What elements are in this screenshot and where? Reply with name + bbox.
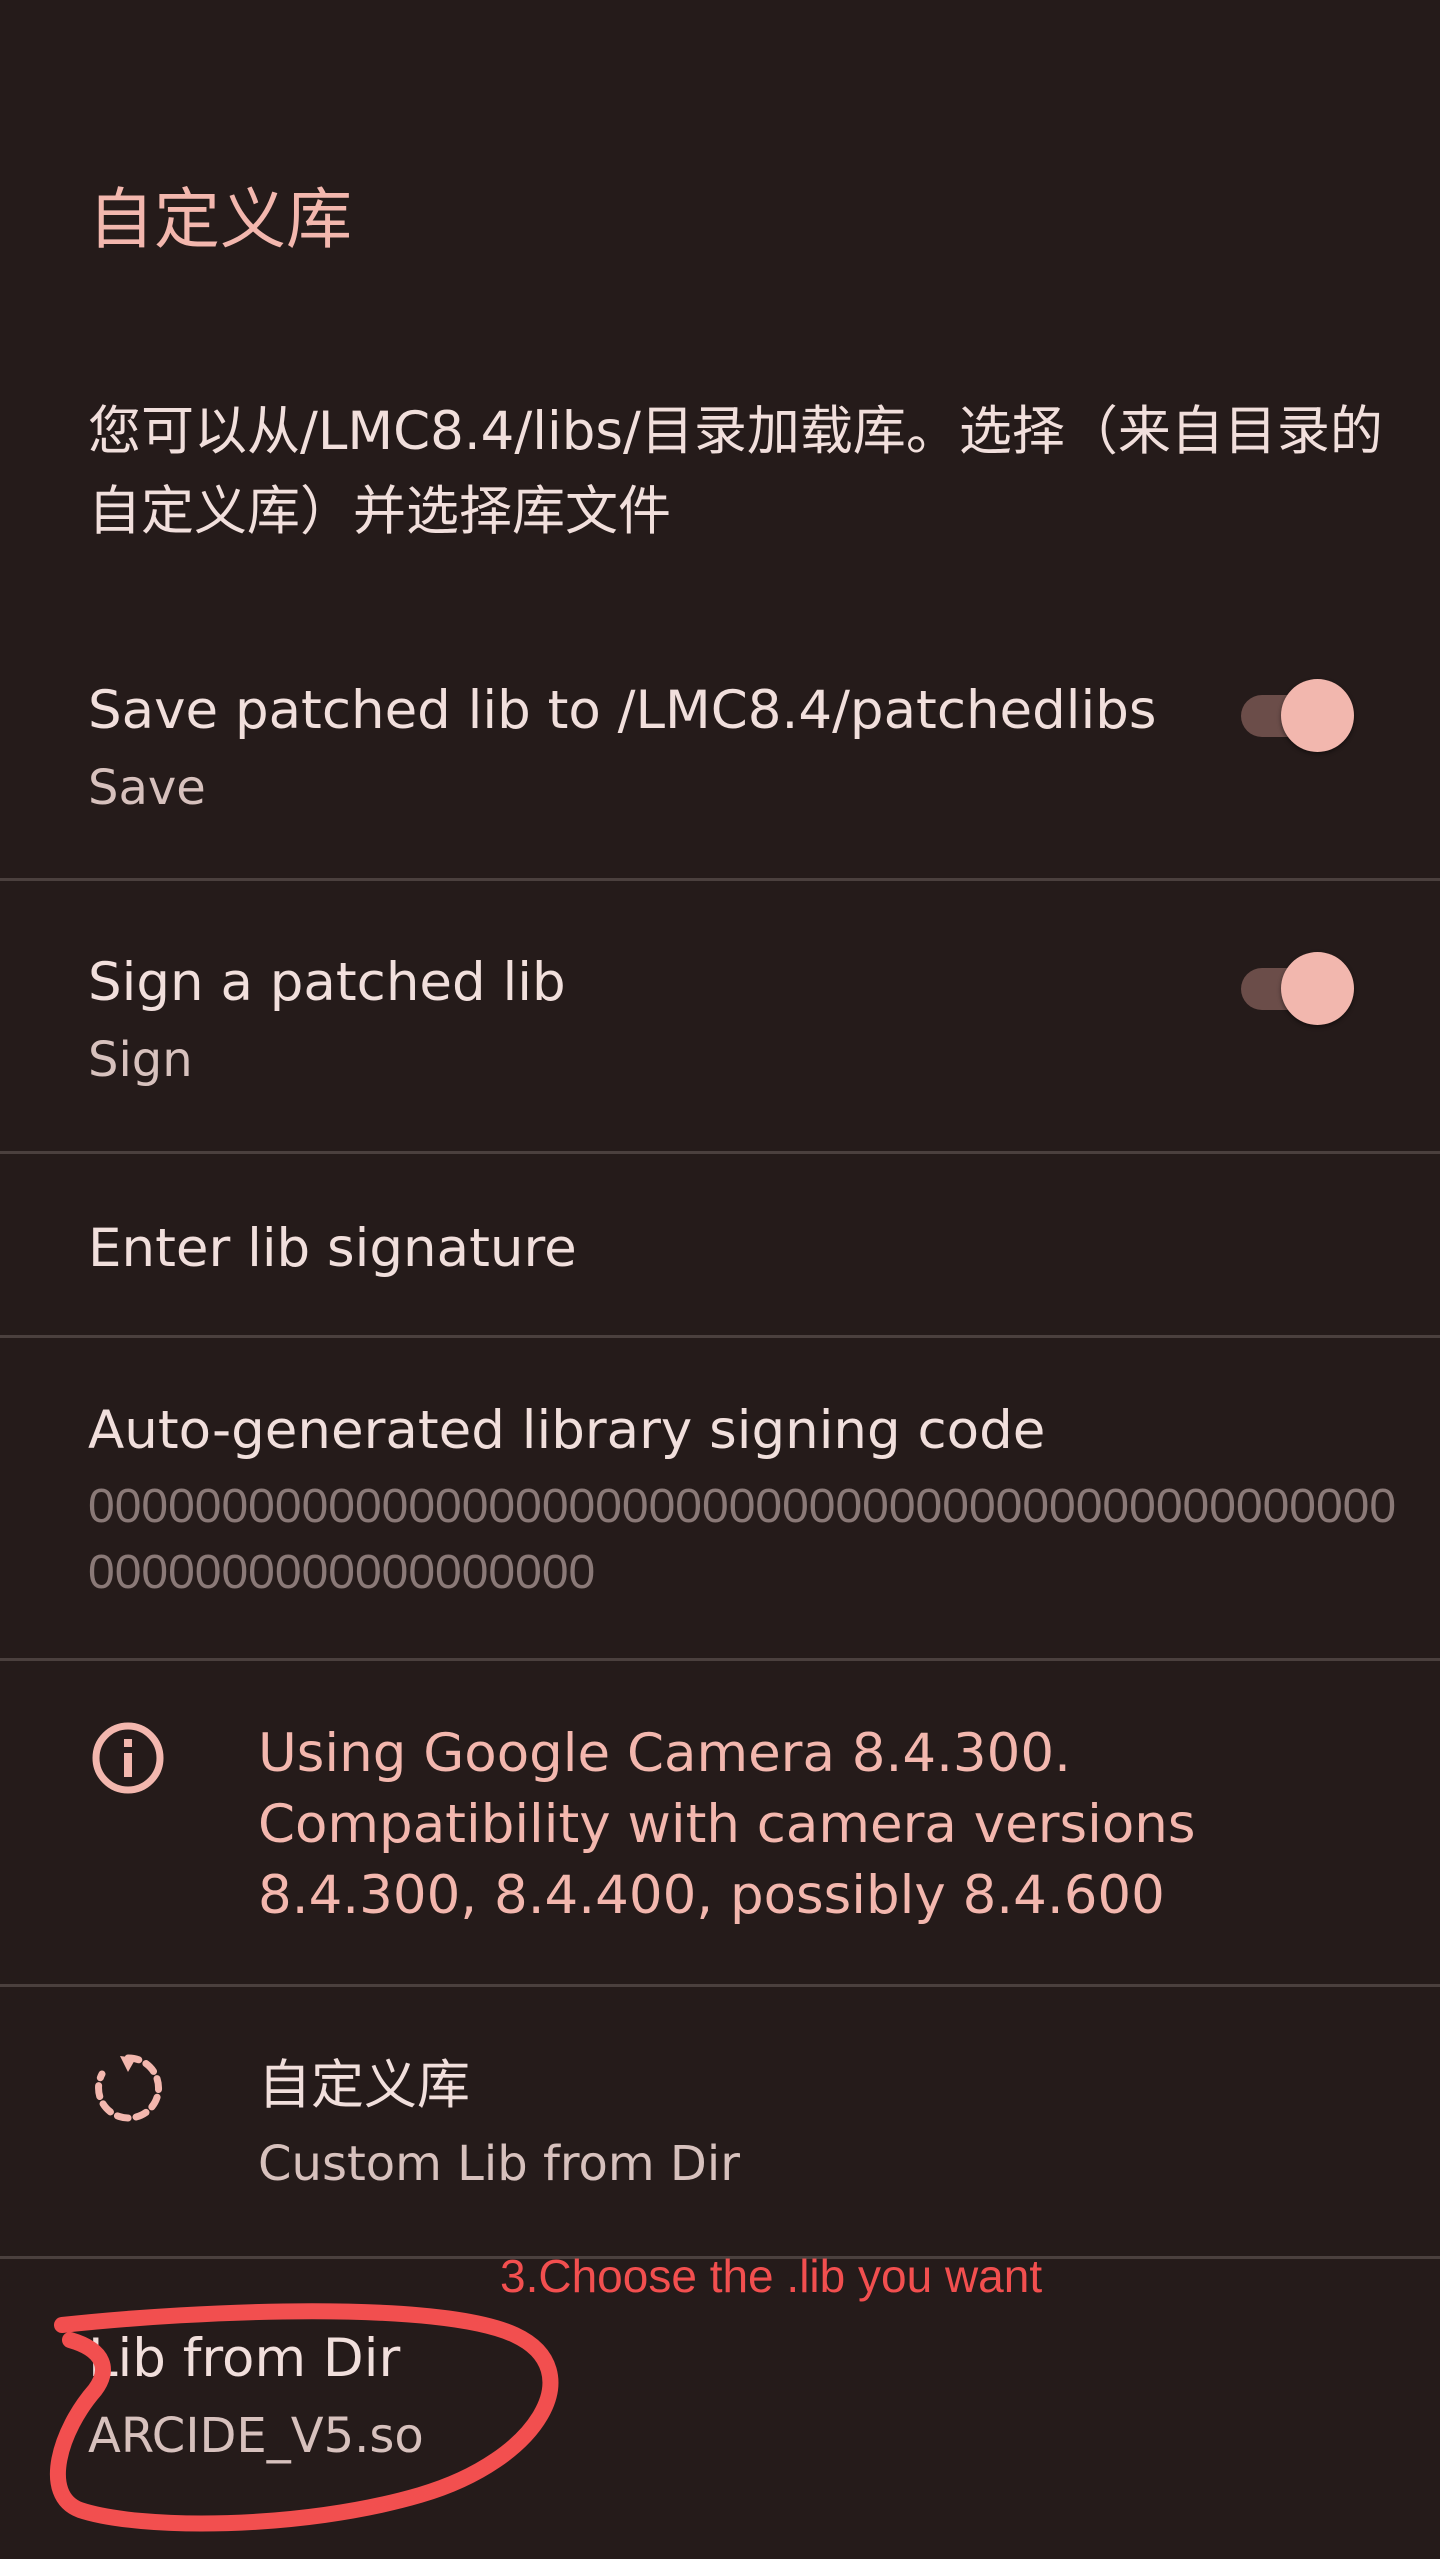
toggle-thumb (1281, 679, 1354, 752)
sign-patched-summary: Sign (88, 1032, 193, 1088)
intro-text: 您可以从/LMC8.4/libs/目录加载库。选择（来自目录的自定义库）并选择库… (88, 401, 1383, 542)
divider (0, 1984, 1440, 1987)
annotation-circle (49, 2303, 559, 2532)
divider (0, 1658, 1440, 1661)
custom-lib-summary: Custom Lib from Dir (258, 2136, 740, 2192)
auto-signing-title: Auto-generated library signing code (88, 1400, 1046, 1461)
sign-patched-title: Sign a patched lib (88, 952, 566, 1013)
divider (0, 878, 1440, 881)
custom-lib-title: 自定义库 (258, 2055, 470, 2116)
auto-signing-code: 0000000000000000000000000000000000000000… (88, 1480, 1397, 1599)
info-icon (92, 1722, 164, 1794)
save-patched-toggle[interactable] (1237, 679, 1357, 752)
refresh-icon (95, 2054, 162, 2122)
info-text: Using Google Camera 8.4.300. Compatibili… (258, 1723, 1196, 1926)
sign-patched-toggle[interactable] (1237, 952, 1357, 1025)
enter-signature-title: Enter lib signature (88, 1218, 577, 1279)
divider (0, 1151, 1440, 1154)
save-patched-summary: Save (88, 760, 206, 816)
divider (0, 1335, 1440, 1338)
toggle-thumb (1281, 952, 1354, 1025)
save-patched-title: Save patched lib to /LMC8.4/patchedlibs (88, 680, 1157, 741)
page-title: 自定义库 (88, 181, 352, 258)
